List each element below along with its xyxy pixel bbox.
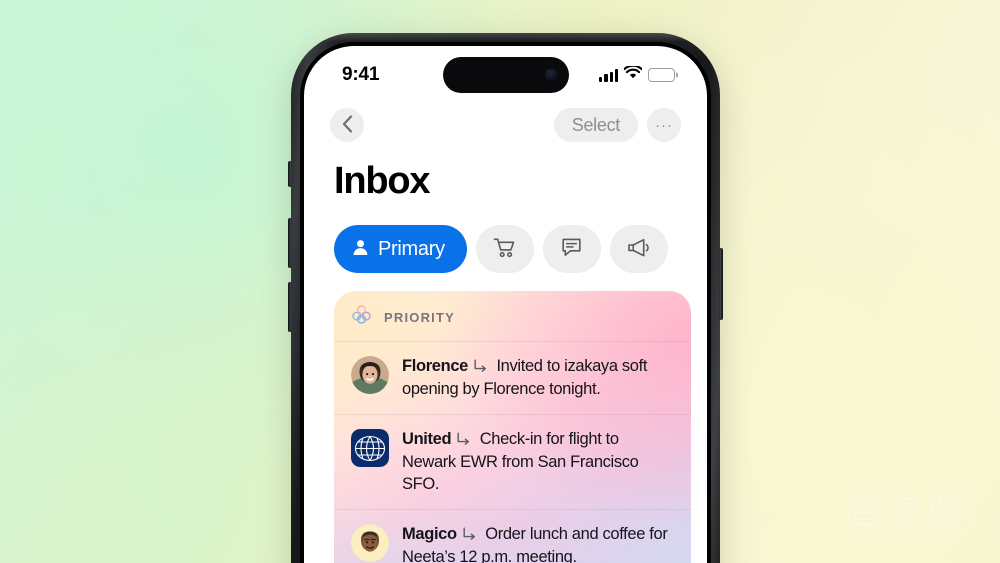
front-camera-icon bbox=[544, 68, 558, 82]
photo-avatar-florence bbox=[351, 356, 389, 394]
nav-right-group: Select ··· bbox=[553, 108, 681, 142]
memoji-avatar-magico bbox=[351, 523, 389, 562]
megaphone-icon bbox=[627, 237, 650, 262]
forward-arrow-icon bbox=[463, 525, 478, 547]
tab-primary-label: Primary bbox=[378, 237, 445, 260]
tab-promotions[interactable] bbox=[609, 225, 668, 273]
apple-intelligence-icon bbox=[351, 304, 372, 330]
ellipsis-icon: ··· bbox=[655, 116, 673, 134]
screenshot-canvas: 9:41 Select ··· Inbox Primary PRIORITY F… bbox=[0, 0, 1000, 563]
priority-card: PRIORITY Florence Invited to izakaya sof… bbox=[334, 291, 691, 563]
cart-icon bbox=[493, 237, 516, 262]
tab-transactions[interactable] bbox=[542, 225, 601, 273]
person-icon bbox=[352, 239, 369, 259]
mail-row-text: Florence Invited to izakaya soft opening… bbox=[402, 355, 675, 401]
battery-icon bbox=[648, 68, 675, 82]
watermark-subtext: ZHIDX.COM bbox=[860, 535, 952, 545]
priority-label: PRIORITY bbox=[384, 309, 455, 325]
priority-card-content: PRIORITY Florence Invited to izakaya sof… bbox=[334, 291, 691, 563]
mail-row-text: Magico Order lunch and coffee for Neeta’… bbox=[402, 523, 675, 563]
watermark: 智东西 ZHIDX.COM bbox=[836, 493, 976, 545]
power-button[interactable] bbox=[719, 248, 723, 320]
united-airlines-logo bbox=[351, 428, 389, 467]
status-icons-group bbox=[599, 60, 677, 84]
tab-primary[interactable]: Primary bbox=[334, 225, 467, 273]
page-title: Inbox bbox=[334, 160, 431, 202]
dynamic-island bbox=[442, 57, 569, 93]
mailbox-category-tabs: Primary bbox=[304, 203, 707, 273]
device-bezel: 9:41 Select ··· Inbox Primary PRIORITY F… bbox=[300, 42, 711, 563]
mail-row[interactable]: Magico Order lunch and coffee for Neeta’… bbox=[334, 508, 691, 563]
back-button[interactable] bbox=[330, 108, 364, 142]
volume-down-button[interactable] bbox=[288, 282, 292, 332]
iphone-device: 9:41 Select ··· Inbox Primary PRIORITY F… bbox=[288, 33, 723, 563]
mail-sender: Magico bbox=[402, 524, 457, 543]
mail-sender: United bbox=[402, 429, 452, 448]
navigation-bar: Select ··· bbox=[304, 98, 707, 152]
mail-row[interactable]: Florence Invited to izakaya soft opening… bbox=[334, 341, 691, 414]
wifi-icon bbox=[623, 64, 643, 84]
mail-row[interactable]: United Check-in for flight to Newark EWR… bbox=[334, 413, 691, 509]
forward-arrow-icon bbox=[457, 430, 472, 452]
status-bar: 9:41 bbox=[304, 46, 707, 98]
mail-row-text: United Check-in for flight to Newark EWR… bbox=[402, 428, 675, 496]
silence-switch[interactable] bbox=[288, 161, 292, 187]
chat-bubble-icon bbox=[560, 237, 583, 262]
select-button[interactable]: Select bbox=[553, 108, 638, 142]
priority-section-header: PRIORITY bbox=[334, 291, 691, 341]
phone-screen: 9:41 Select ··· Inbox Primary PRIORITY F… bbox=[304, 46, 707, 563]
tab-shopping[interactable] bbox=[475, 225, 534, 273]
forward-arrow-icon bbox=[474, 357, 489, 379]
cellular-signal-icon bbox=[599, 68, 618, 82]
watermark-logo-text: 智东西 bbox=[845, 491, 966, 533]
more-options-button[interactable]: ··· bbox=[647, 108, 681, 142]
mail-sender: Florence bbox=[402, 357, 468, 375]
volume-up-button[interactable] bbox=[288, 218, 292, 268]
status-time: 9:41 bbox=[342, 64, 380, 85]
chevron-left-icon bbox=[342, 114, 353, 136]
